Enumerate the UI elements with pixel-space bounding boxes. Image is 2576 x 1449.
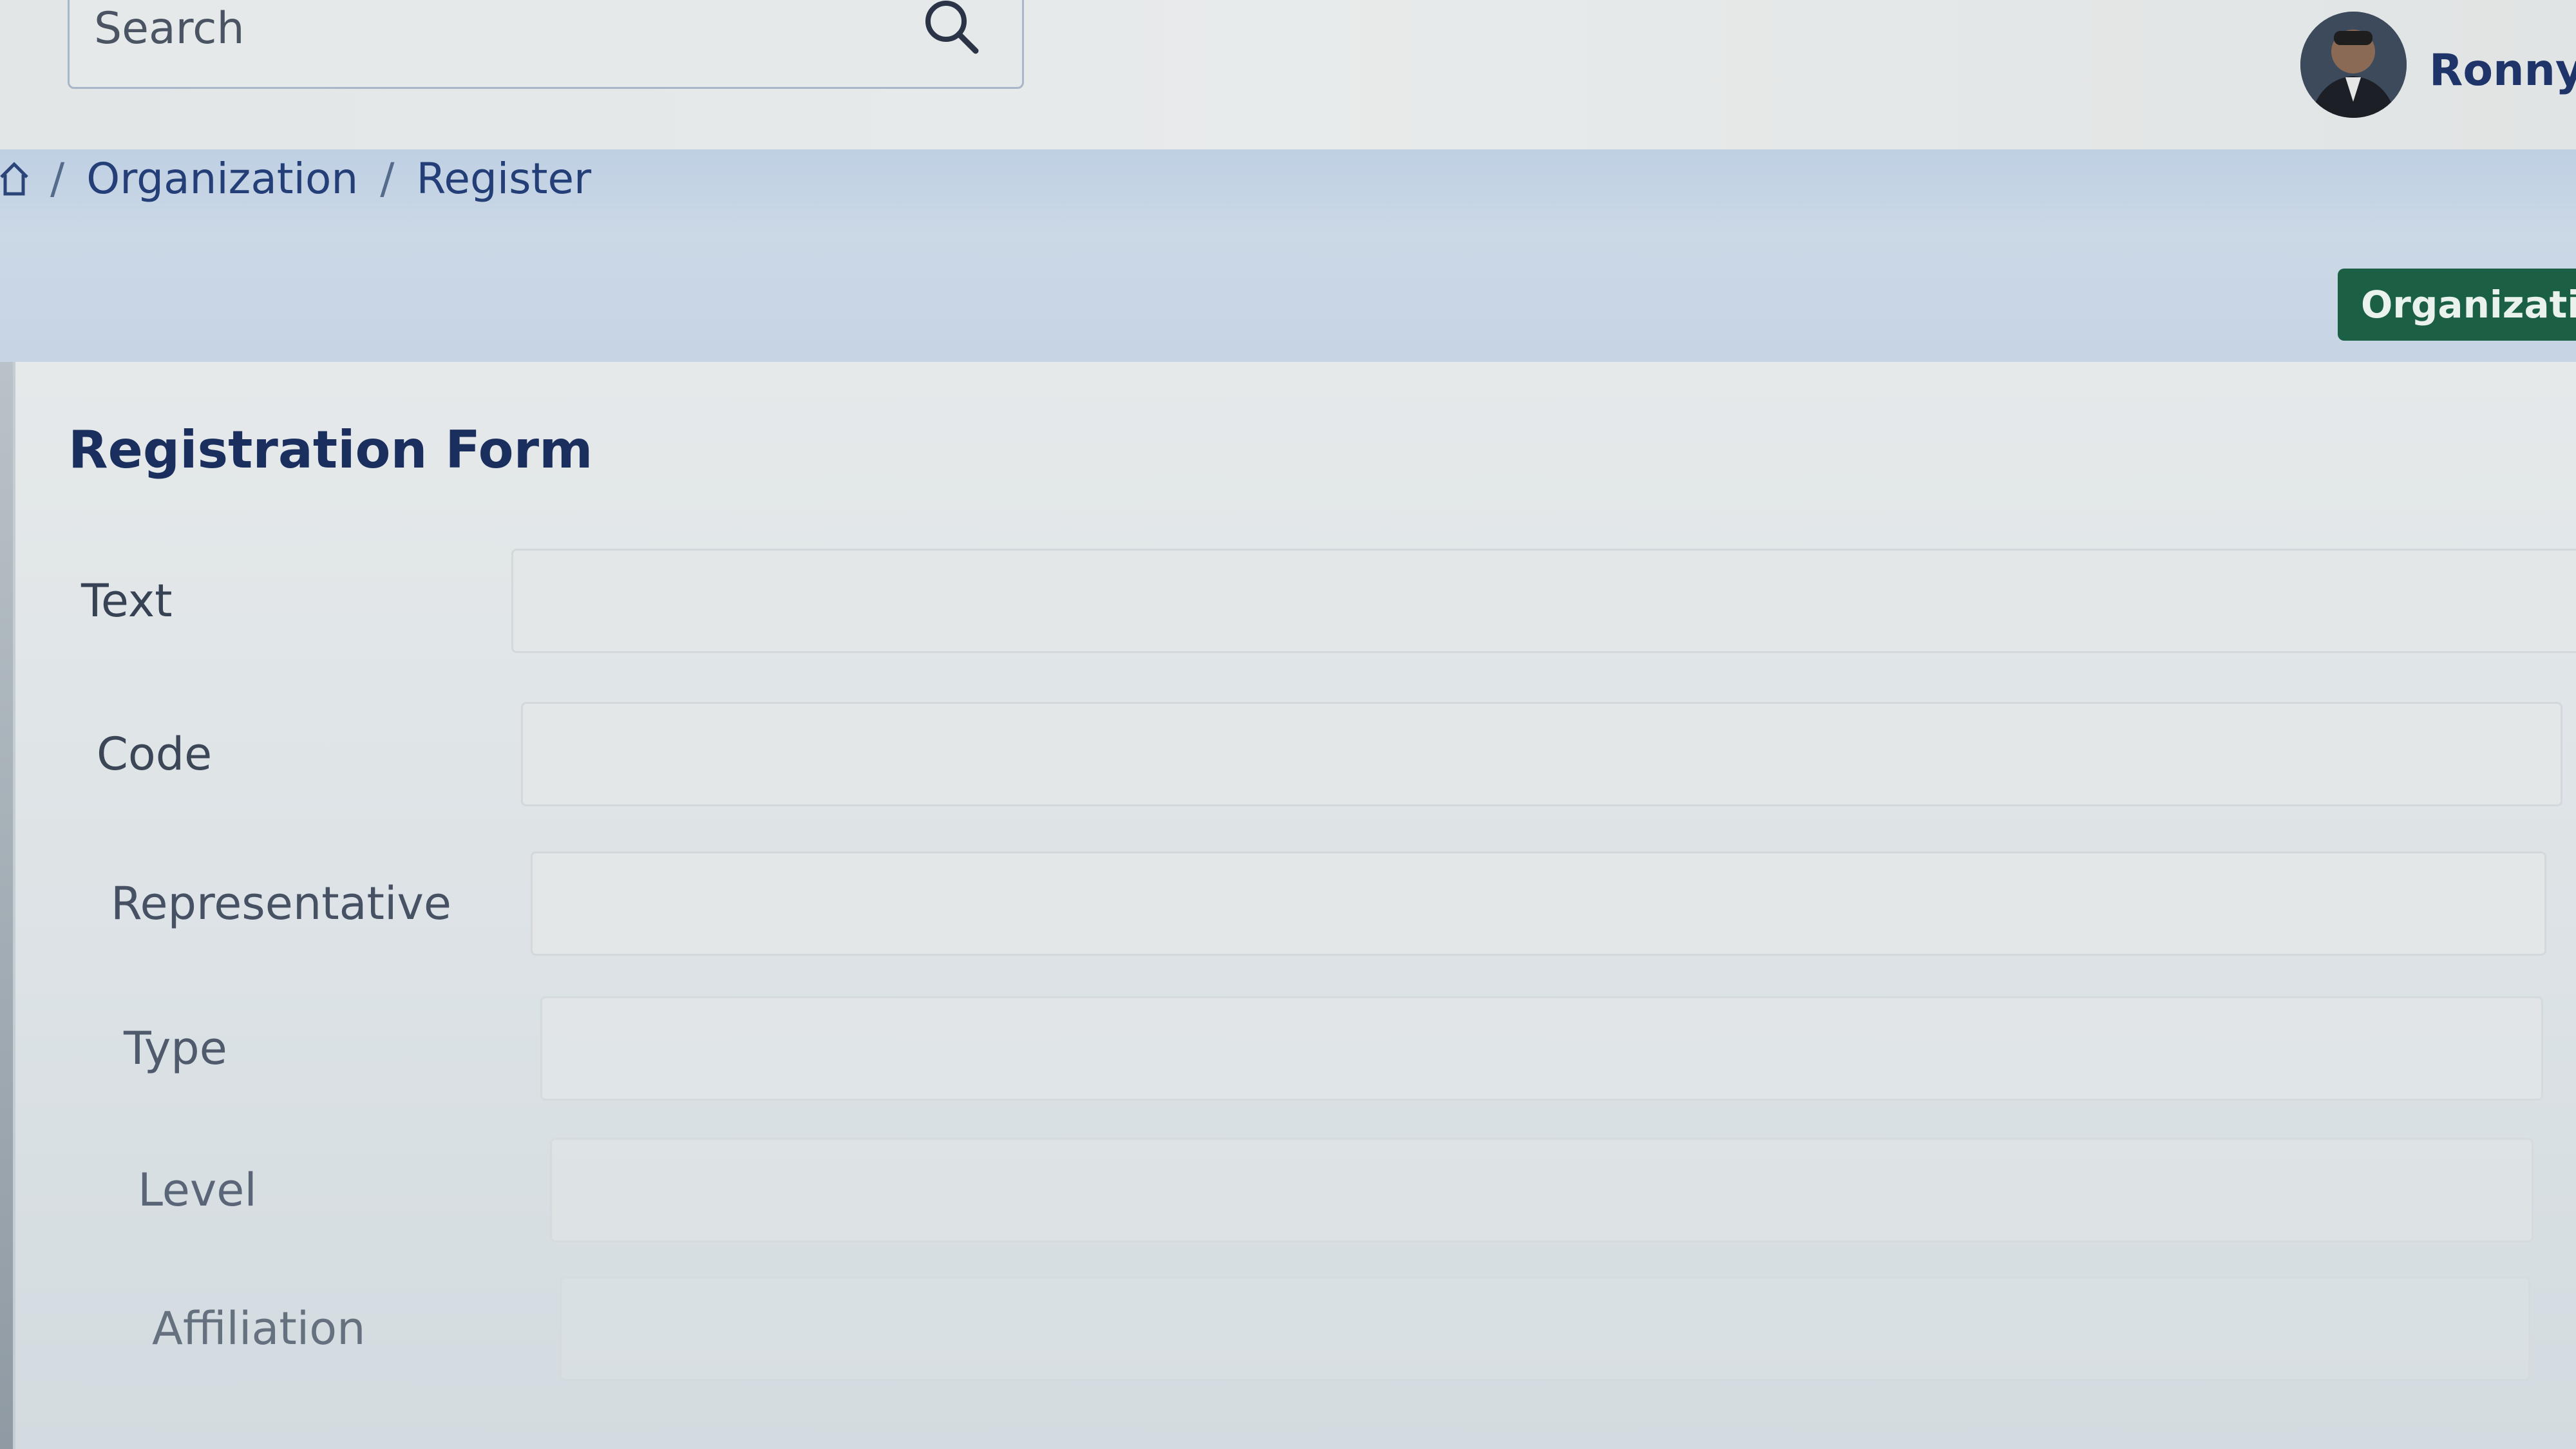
form-row-code: Code [15, 702, 2576, 811]
field-label-level: Level [138, 1164, 257, 1217]
home-icon[interactable] [0, 160, 28, 196]
search-input[interactable]: Search [94, 3, 245, 54]
user-avatar-icon [2300, 12, 2407, 118]
user-name[interactable]: Ronny I [2429, 45, 2576, 96]
top-bar: Search Ronny I [0, 0, 2576, 149]
form-row-representative: Representative [15, 851, 2576, 961]
breadcrumb: / Organization / Register [0, 149, 591, 207]
field-label-type: Type [124, 1022, 227, 1075]
search-box[interactable]: Search [68, 0, 1024, 89]
form-row-type: Type [15, 996, 2576, 1106]
affiliation-input[interactable] [560, 1276, 2530, 1381]
organization-button[interactable]: Organization [2338, 269, 2576, 341]
field-label-text: Text [81, 574, 173, 627]
level-input[interactable] [550, 1138, 2533, 1242]
field-label-representative: Representative [111, 877, 451, 930]
registration-card: Registration Form Text Code Representati… [13, 362, 2576, 1449]
text-input[interactable] [511, 549, 2576, 653]
representative-input[interactable] [531, 851, 2546, 956]
breadcrumb-separator: / [380, 153, 395, 204]
form-title: Registration Form [68, 420, 593, 480]
search-icon[interactable] [919, 0, 983, 59]
code-input[interactable] [521, 702, 2562, 806]
type-input[interactable] [540, 996, 2543, 1101]
breadcrumb-register[interactable]: Register [416, 154, 591, 204]
card-left-edge [0, 362, 13, 1449]
page: Search Ronny I / Organization / [0, 0, 2576, 1449]
field-label-code: Code [97, 728, 213, 781]
avatar[interactable] [2300, 12, 2407, 118]
breadcrumb-separator: / [50, 153, 65, 204]
field-label-affiliation: Affiliation [152, 1302, 366, 1355]
header-band: / Organization / Register Organization [0, 149, 2576, 362]
form-row-affiliation: Affiliation [15, 1276, 2576, 1386]
breadcrumb-organization[interactable]: Organization [86, 154, 358, 204]
form-row-level: Level [15, 1138, 2576, 1247]
form-row-text: Text [15, 549, 2576, 658]
